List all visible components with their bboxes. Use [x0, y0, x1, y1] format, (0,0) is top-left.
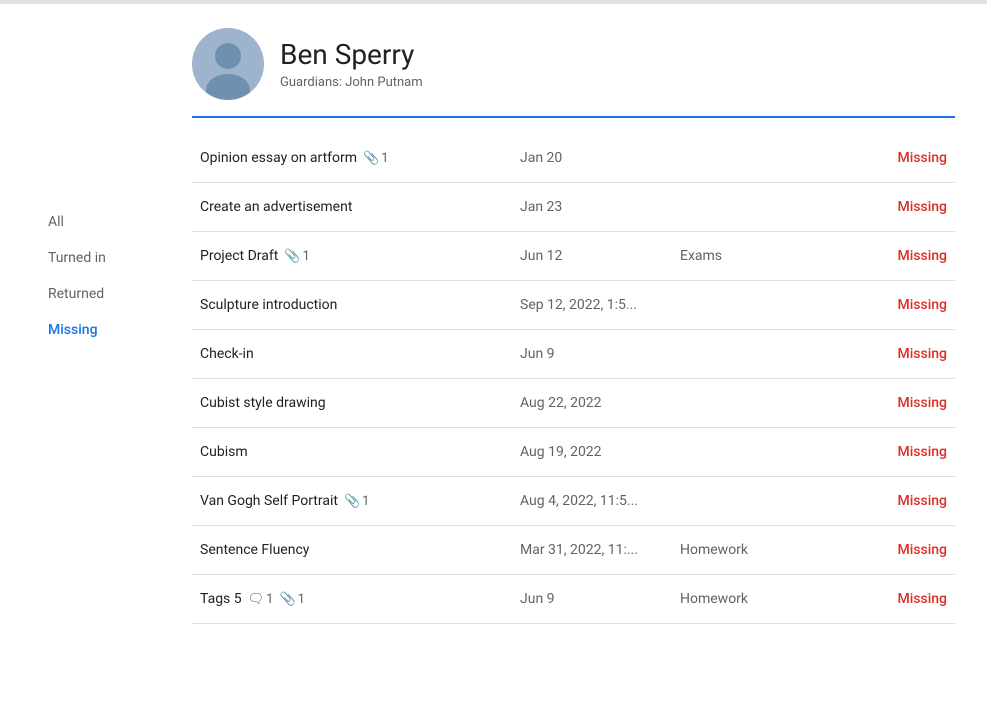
- table-row[interactable]: Check-in Jun 9 Missing: [192, 330, 955, 379]
- table-row[interactable]: Opinion essay on artform 📎 1 Jan 20 Miss…: [192, 134, 955, 183]
- assignment-status: Missing: [847, 444, 947, 460]
- assignment-status: Missing: [847, 591, 947, 607]
- assignment-topic: Homework: [680, 591, 847, 607]
- table-row[interactable]: Cubist style drawing Aug 22, 2022 Missin…: [192, 379, 955, 428]
- sidebar-item-label-turned-in: Turned in: [48, 250, 106, 266]
- sidebar-item-returned[interactable]: Returned: [0, 276, 152, 312]
- sidebar-item-missing[interactable]: Missing: [0, 312, 152, 348]
- profile-guardians: Guardians: John Putnam: [280, 75, 423, 90]
- assignment-name: Van Gogh Self Portrait 📎 1: [200, 493, 520, 509]
- assignment-name: Sculpture introduction: [200, 297, 520, 313]
- table-row[interactable]: Sculpture introduction Sep 12, 2022, 1:5…: [192, 281, 955, 330]
- attachment-icon: 📎: [363, 151, 379, 166]
- assignments-table: Opinion essay on artform 📎 1 Jan 20 Miss…: [192, 134, 955, 624]
- assignment-name: Cubism: [200, 444, 520, 460]
- assignment-name: Check-in: [200, 346, 520, 362]
- assignment-status: Missing: [847, 199, 947, 215]
- attachment-indicator: 📎 1: [344, 494, 370, 509]
- assignment-name: Cubist style drawing: [200, 395, 520, 411]
- profile-header: Ben Sperry Guardians: John Putnam: [192, 28, 955, 118]
- sidebar: All Turned in Returned Missing: [0, 4, 160, 722]
- sidebar-item-label-all: All: [48, 214, 64, 230]
- attachment-indicator: 📎 1: [284, 249, 310, 264]
- assignment-date: Jan 20: [520, 150, 680, 166]
- sidebar-item-turned-in[interactable]: Turned in: [0, 240, 152, 276]
- attachment-icon: 📎: [284, 249, 300, 264]
- sidebar-item-label-missing: Missing: [48, 322, 98, 338]
- assignment-status: Missing: [847, 542, 947, 558]
- page-container: All Turned in Returned Missing Ben Sperr…: [0, 4, 987, 722]
- assignment-topic: Exams: [680, 248, 847, 264]
- profile-name: Ben Sperry: [280, 38, 423, 72]
- assignment-date: Jun 12: [520, 248, 680, 264]
- assignment-date: Aug 19, 2022: [520, 444, 680, 460]
- assignment-date: Aug 4, 2022, 11:5...: [520, 493, 680, 509]
- assignment-name: Sentence Fluency: [200, 542, 520, 558]
- assignment-topic: Homework: [680, 542, 847, 558]
- assignment-date: Jan 23: [520, 199, 680, 215]
- attachment-icon: 📎: [344, 494, 360, 509]
- attachment-indicator: 📎 1: [363, 151, 389, 166]
- assignment-status: Missing: [847, 150, 947, 166]
- assignment-date: Aug 22, 2022: [520, 395, 680, 411]
- assignment-status: Missing: [847, 297, 947, 313]
- main-content: Ben Sperry Guardians: John Putnam Opinio…: [160, 4, 987, 722]
- table-row[interactable]: Project Draft 📎 1 Jun 12 Exams Missing: [192, 232, 955, 281]
- assignment-name: Tags 5 🗨 1 📎 1: [200, 591, 520, 607]
- guardians-name: John Putnam: [345, 75, 422, 90]
- assignment-date: Mar 31, 2022, 11:...: [520, 542, 680, 558]
- assignment-date: Jun 9: [520, 591, 680, 607]
- assignment-status: Missing: [847, 395, 947, 411]
- assignment-date: Sep 12, 2022, 1:5...: [520, 297, 680, 313]
- avatar: [192, 28, 264, 100]
- guardians-label: Guardians:: [280, 75, 342, 90]
- assignment-date: Jun 9: [520, 346, 680, 362]
- comment-attachment-indicator: 🗨 1: [248, 592, 274, 607]
- assignment-name: Project Draft 📎 1: [200, 248, 520, 264]
- attachment-indicator: 📎 1: [279, 592, 305, 607]
- table-row[interactable]: Cubism Aug 19, 2022 Missing: [192, 428, 955, 477]
- assignment-name: Create an advertisement: [200, 199, 520, 215]
- table-row[interactable]: Create an advertisement Jan 23 Missing: [192, 183, 955, 232]
- table-row[interactable]: Van Gogh Self Portrait 📎 1 Aug 4, 2022, …: [192, 477, 955, 526]
- assignment-status: Missing: [847, 346, 947, 362]
- attachment-icon: 📎: [279, 592, 295, 607]
- table-row[interactable]: Tags 5 🗨 1 📎 1 Jun 9 Homework Missing: [192, 575, 955, 624]
- table-row[interactable]: Sentence Fluency Mar 31, 2022, 11:... Ho…: [192, 526, 955, 575]
- sidebar-item-label-returned: Returned: [48, 286, 104, 302]
- profile-info: Ben Sperry Guardians: John Putnam: [280, 38, 423, 91]
- sidebar-item-all[interactable]: All: [0, 204, 152, 240]
- comment-icon: 🗨: [248, 592, 265, 607]
- assignment-name: Opinion essay on artform 📎 1: [200, 150, 520, 166]
- assignment-status: Missing: [847, 493, 947, 509]
- assignment-status: Missing: [847, 248, 947, 264]
